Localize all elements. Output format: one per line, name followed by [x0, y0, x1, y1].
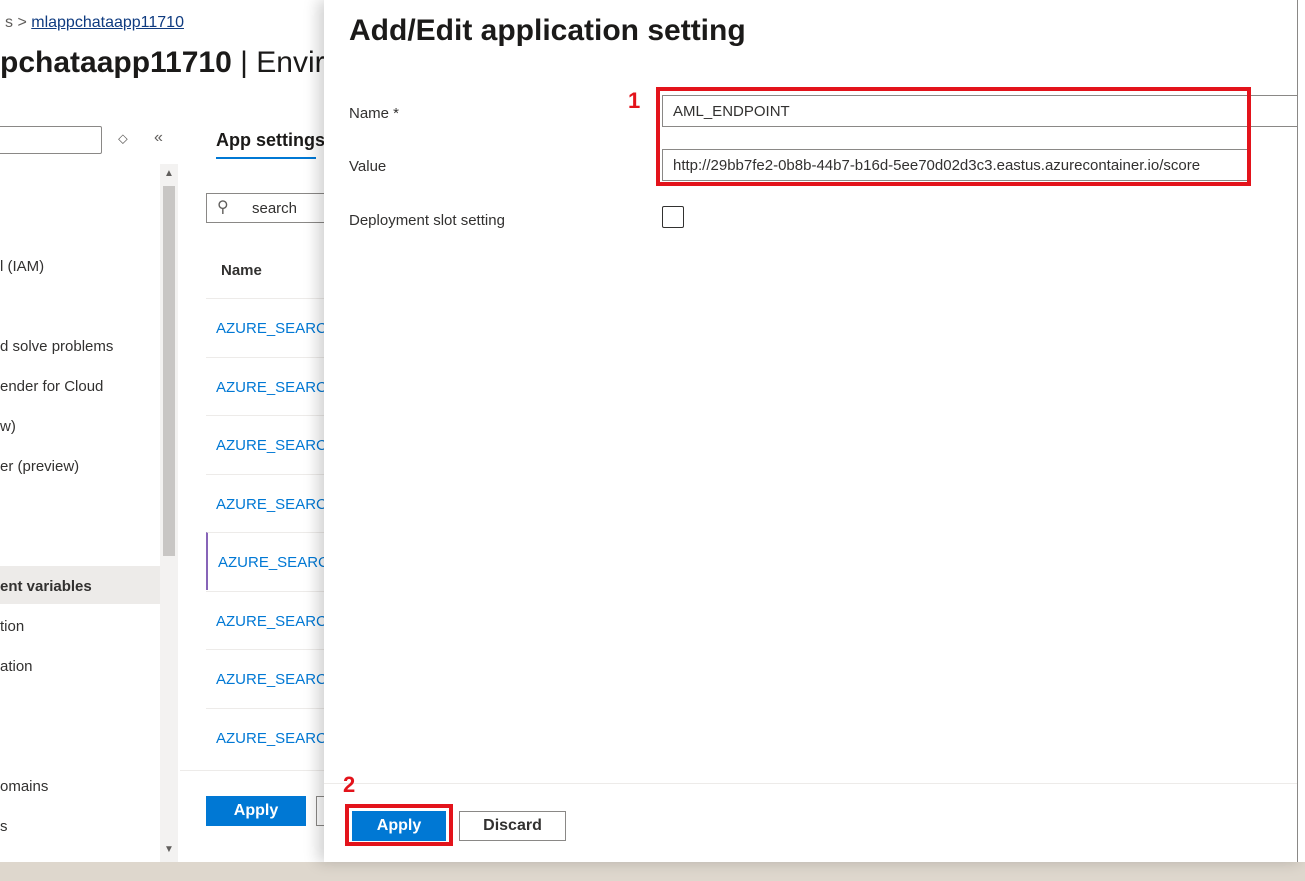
taskbar [0, 862, 1305, 881]
name-label: Name * [349, 105, 400, 122]
value-label: Value [349, 158, 387, 175]
annotation-step-1: 1 [628, 88, 641, 113]
settings-search-input[interactable]: ⚲ search [206, 193, 336, 223]
sidebar-scroll-thumb[interactable] [163, 186, 175, 556]
sidebar-item-preview-2[interactable]: er (preview) [0, 458, 79, 475]
sidebar-item-domains[interactable]: omains [0, 778, 48, 795]
collapse-sidebar-icon[interactable]: « [154, 129, 163, 147]
table-row[interactable]: AZURE_SEARCH [206, 298, 338, 356]
table-row[interactable]: AZURE_SEARCH [206, 357, 338, 415]
annotation-step-2: 2 [343, 772, 356, 797]
column-header-name[interactable]: Name [221, 262, 262, 279]
setting-name-link[interactable]: AZURE_SEARCH [216, 671, 338, 688]
setting-name-link[interactable]: AZURE_SEARCH [216, 437, 338, 454]
table-row[interactable]: AZURE_SEARCH [206, 474, 338, 532]
setting-name-link[interactable]: AZURE_SEARCH [218, 554, 340, 571]
tab-app-settings[interactable]: App settings [216, 130, 325, 151]
table-row[interactable]: AZURE_SEARCH [206, 649, 338, 707]
sidebar-item-authentication[interactable]: ation [0, 658, 33, 675]
main-apply-button[interactable]: Apply [206, 796, 306, 826]
table-row[interactable]: AZURE_SEARCH [206, 415, 338, 473]
panel-footer-divider [324, 783, 1305, 784]
breadcrumb-link[interactable]: mlappchataapp11710 [31, 14, 184, 31]
setting-name-link[interactable]: AZURE_SEARCH [216, 730, 338, 747]
sort-updown-icon[interactable]: ⬦ [118, 130, 128, 147]
sidebar-item-environment-variables[interactable]: ent variables [0, 578, 92, 595]
tab-underline [216, 157, 316, 159]
scroll-up-icon[interactable]: ▲ [164, 168, 174, 179]
page-title-separator: | [231, 46, 257, 79]
deployment-slot-label: Deployment slot setting [349, 212, 505, 229]
setting-name-link[interactable]: AZURE_SEARCH [216, 379, 338, 396]
table-row[interactable]: AZURE_SEARCH [206, 591, 338, 649]
breadcrumb-prefix: s > [5, 14, 27, 31]
sidebar-item-access-control[interactable]: l (IAM) [0, 258, 44, 275]
discard-button[interactable]: Discard [459, 811, 566, 841]
sidebar-filter-input[interactable] [0, 126, 102, 154]
scroll-down-icon[interactable]: ▼ [164, 844, 174, 855]
highlight-box-fields [656, 87, 1251, 186]
breadcrumb: s > mlappchataapp11710 [5, 14, 184, 32]
highlight-box-apply [345, 804, 453, 846]
sidebar-item-preview-1[interactable]: w) [0, 418, 16, 435]
sidebar-item-diagnose[interactable]: d solve problems [0, 338, 113, 355]
sidebar-item-configuration[interactable]: tion [0, 618, 24, 635]
setting-name-link[interactable]: AZURE_SEARCH [216, 496, 338, 513]
setting-name-link[interactable]: AZURE_SEARCH [216, 320, 338, 337]
panel-right-edge [1297, 0, 1305, 862]
sidebar-item-more[interactable]: s [0, 818, 8, 835]
table-row[interactable]: AZURE_SEARCH [206, 532, 340, 590]
deployment-slot-checkbox[interactable] [662, 206, 684, 228]
search-placeholder: search [252, 200, 298, 217]
page-title-name: pchataapp11710 [0, 46, 232, 79]
setting-name-link[interactable]: AZURE_SEARCH [216, 613, 338, 630]
sidebar-item-defender[interactable]: ender for Cloud [0, 378, 103, 395]
search-icon: ⚲ [217, 199, 229, 216]
page-title: pchataapp11710 | Environ [0, 46, 358, 80]
table-row[interactable]: AZURE_SEARCH [206, 708, 338, 766]
panel-title: Add/Edit application setting [349, 14, 746, 47]
